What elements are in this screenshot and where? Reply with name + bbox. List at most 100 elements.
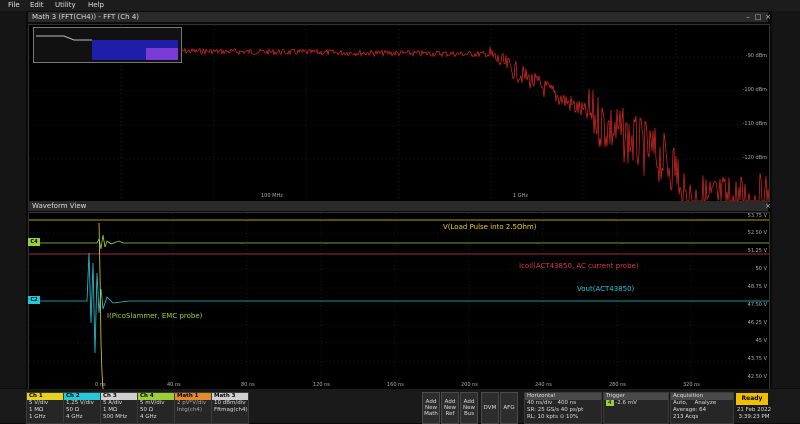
channel-2-scale: 1.25 V/div [66,400,94,406]
channel-1-badge[interactable]: Ch 1 5 V/div 1 MΩ 1 GHz [26,392,64,424]
wave-x-label: 40 ns [167,382,181,388]
close-icon[interactable]: × [764,202,772,210]
vout-label: Vout(ACT43850) [577,285,635,293]
acquisition-count: 213 Acqs [673,414,699,420]
wave-y-label: 52.50 V [747,230,767,236]
ch4-level-marker[interactable]: C4 [28,238,40,246]
acquisition-average: Average: 64 [673,407,707,413]
overview-zoom-region-detail [146,48,178,60]
add-new-bus-button[interactable]: Add New Bus [460,392,478,424]
channel-2-name: Ch 2 [64,393,100,400]
fft-trace-line [178,46,769,201]
wave-x-label: 200 ns [461,382,478,388]
wave-x-label: 80 ns [241,382,255,388]
datetime-display: 21 Feb 2022 3:39:23 PM [736,407,772,421]
add-new-bus-line3: Bus [463,411,475,417]
menu-utility[interactable]: Utility [55,0,76,11]
fft-y-label: -120 dBm [742,155,767,161]
left-sidebar [0,11,26,388]
wave-y-label: 51.25 V [747,248,767,254]
channel-3-badge[interactable]: Ch 3 5 A/div 1 MΩ 500 MHz [100,392,138,424]
add-new-math-line3: Math [424,411,438,417]
right-sidebar [772,11,800,388]
wave-y-label: 45 V [755,338,767,344]
horizontal-resolution: 40 ps/pt [560,407,584,413]
fft-x-label: 100 MHz [261,193,283,199]
menu-bar: File Edit Utility Help [0,0,800,11]
channel-2-termination: 50 Ω [66,407,79,413]
math-1-scale: 2 pV*V/div [177,400,207,406]
wave-y-label: 48.75 V [747,284,767,290]
wave-x-label: 120 ns [313,382,330,388]
ch2-level-marker[interactable]: C2 [28,296,40,304]
wave-x-label: 0 ns [95,382,106,388]
acquisition-mode: Auto, [673,400,688,406]
acquisition-badge[interactable]: Acquisition Auto, Analyze Average: 64 21… [670,392,734,424]
horizontal-sample-rate: SR: 25 GS/s [527,407,559,413]
fft-overview-thumbnail[interactable] [33,27,182,63]
horizontal-scale: 40 ns/div [527,400,553,406]
wave-y-label: 46.25 V [747,320,767,326]
trigger-badge[interactable]: Trigger 4 -2.6 mV [603,392,669,424]
channel-3-name: Ch 3 [101,393,137,400]
maximize-icon[interactable]: □ [754,13,762,21]
channel-1-name: Ch 1 [27,393,63,400]
channel-4-termination: 50 Ω [140,407,153,413]
waveform-panel-title-text: Waveform View [32,202,87,210]
wave-x-label: 280 ns [609,382,626,388]
math-1-badge[interactable]: Math 1 2 pV*V/div Intg(ch4) [174,392,212,424]
afg-button[interactable]: AFG [500,392,518,424]
acquisition-analyze: Analyze [694,400,717,406]
minimize-icon[interactable]: – [744,13,752,21]
add-new-math-button[interactable]: Add New Math [422,392,440,424]
trigger-level: -2.6 mV [615,400,637,406]
fft-panel-title-text: Math 3 (FFT(CH4)) - FFT (Ch 4) [32,13,140,21]
channel-1-bandwidth: 1 GHz [29,414,46,420]
wave-x-label: 320 ns [683,382,700,388]
waveform-grid [29,213,769,389]
wave-x-label: 240 ns [535,382,552,388]
horizontal-title: Horizontal [525,393,601,400]
add-new-ref-line3: Ref [445,411,455,417]
acquisition-title: Acquisition [671,393,733,400]
wave-y-label: 47.50 V [747,302,767,308]
channel-4-badge[interactable]: Ch 4 5 mV/div 50 Ω 4 GHz [137,392,175,424]
math-1-expression: Intg(ch4) [177,407,203,413]
math-3-name: Math 3 [212,393,248,400]
channel-1-scale: 5 V/div [29,400,49,406]
icoil-label: Icoil(ACT43850, AC current probe) [519,262,639,270]
waveform-panel-title[interactable]: Waveform View × [28,201,771,211]
menu-edit[interactable]: Edit [30,0,44,11]
channel-3-termination: 1 MΩ [103,407,118,413]
wave-y-label: 43.75 V [747,356,767,362]
close-icon[interactable]: × [764,13,772,21]
ipico-label: I(PicoSlammer, EMC probe) [107,312,203,320]
wave-x-label: 160 ns [387,382,404,388]
fft-x-label: 1 GHz [513,193,529,199]
time-text: 3:39:23 PM [738,414,770,420]
waveform-plot[interactable]: 53.75 V 52.50 V 51.25 V 50 V 48.75 V 47.… [28,212,770,390]
menu-file[interactable]: File [8,0,20,11]
wave-y-label: 53.75 V [747,213,767,219]
horizontal-position: ⊙ 10% [559,414,579,420]
channel-4-name: Ch 4 [138,393,174,400]
horizontal-duration: 400 ns [557,400,577,406]
date-text: 21 Feb 2022 [736,407,772,413]
channel-4-scale: 5 mV/div [140,400,165,406]
fft-panel-title[interactable]: Math 3 (FFT(CH4)) - FFT (Ch 4) – □ × [28,12,771,22]
vload-label: V(Load Pulse into 2.5Ohm) [443,223,537,231]
fft-y-label: -110 dBm [742,121,767,127]
channel-2-bandwidth: 4 GHz [66,414,83,420]
trigger-title: Trigger [604,393,668,400]
horizontal-badge[interactable]: Horizontal 40 ns/div 400 ns SR: 25 GS/s … [524,392,602,424]
channel-1-termination: 1 MΩ [29,407,44,413]
dvm-button[interactable]: DVM [481,392,499,424]
wave-y-label: 50 V [755,266,767,272]
math-1-name: Math 1 [175,393,211,400]
add-new-ref-button[interactable]: Add New Ref [441,392,459,424]
math-3-badge[interactable]: Math 3 10 dBm/div Fftmag(ch4) [211,392,249,424]
menu-help[interactable]: Help [88,0,104,11]
channel-4-bandwidth: 4 GHz [140,414,157,420]
fft-y-label: -100 dBm [742,87,767,93]
channel-2-badge[interactable]: Ch 2 1.25 V/div 50 Ω 4 GHz [63,392,101,424]
